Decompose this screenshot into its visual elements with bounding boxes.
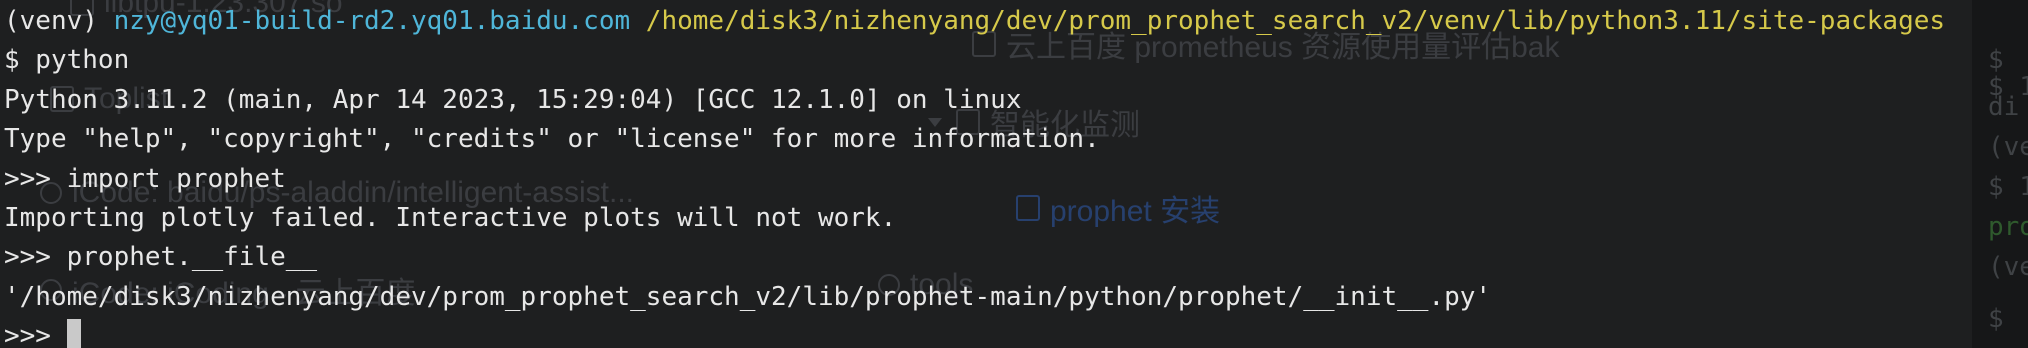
venv-label: (venv) — [4, 6, 114, 36]
python-version-line: Python 3.11.2 (main, Apr 14 2023, 15:29:… — [4, 84, 1022, 115]
side-pane-line: $ 1 — [1988, 172, 2028, 202]
working-directory: /home/disk3/nizhenyang/dev/prom_prophet_… — [645, 6, 1946, 36]
command-line: $ python — [4, 45, 130, 76]
repl-output-line: '/home/disk3/nizhenyang/dev/prom_prophet… — [4, 281, 1492, 312]
prompt-separator — [630, 6, 646, 36]
python-help-line: Type "help", "copyright", "credits" or "… — [4, 124, 1100, 155]
side-pane-line: di — [1988, 92, 2020, 122]
host-name: nzy@yq01-build-rd2.yq01.baidu.com — [113, 6, 631, 36]
side-pane-line: $ — [1988, 304, 2004, 334]
repl-prompt: >>> — [4, 321, 67, 348]
side-pane-line: pro — [1988, 212, 2028, 242]
active-prompt-line[interactable]: >>> — [4, 317, 1945, 348]
shell-prompt-line: (venv) nzy@yq01-build-rd2.yq01.baidu.com… — [4, 2, 1945, 41]
warning-line: Importing plotly failed. Interactive plo… — [4, 202, 897, 233]
side-terminal-pane[interactable]: $ $ 1 di (ve $ 1 pro (ve $ — [1972, 0, 2028, 348]
terminal-output[interactable]: (venv) nzy@yq01-build-rd2.yq01.baidu.com… — [4, 2, 1945, 348]
side-pane-line: (ve — [1988, 252, 2028, 282]
repl-input-line: >>> import prophet — [4, 163, 286, 194]
text-cursor — [66, 319, 81, 348]
repl-input-line: >>> prophet.__file__ — [4, 242, 318, 273]
side-pane-line: (ve — [1988, 132, 2028, 162]
